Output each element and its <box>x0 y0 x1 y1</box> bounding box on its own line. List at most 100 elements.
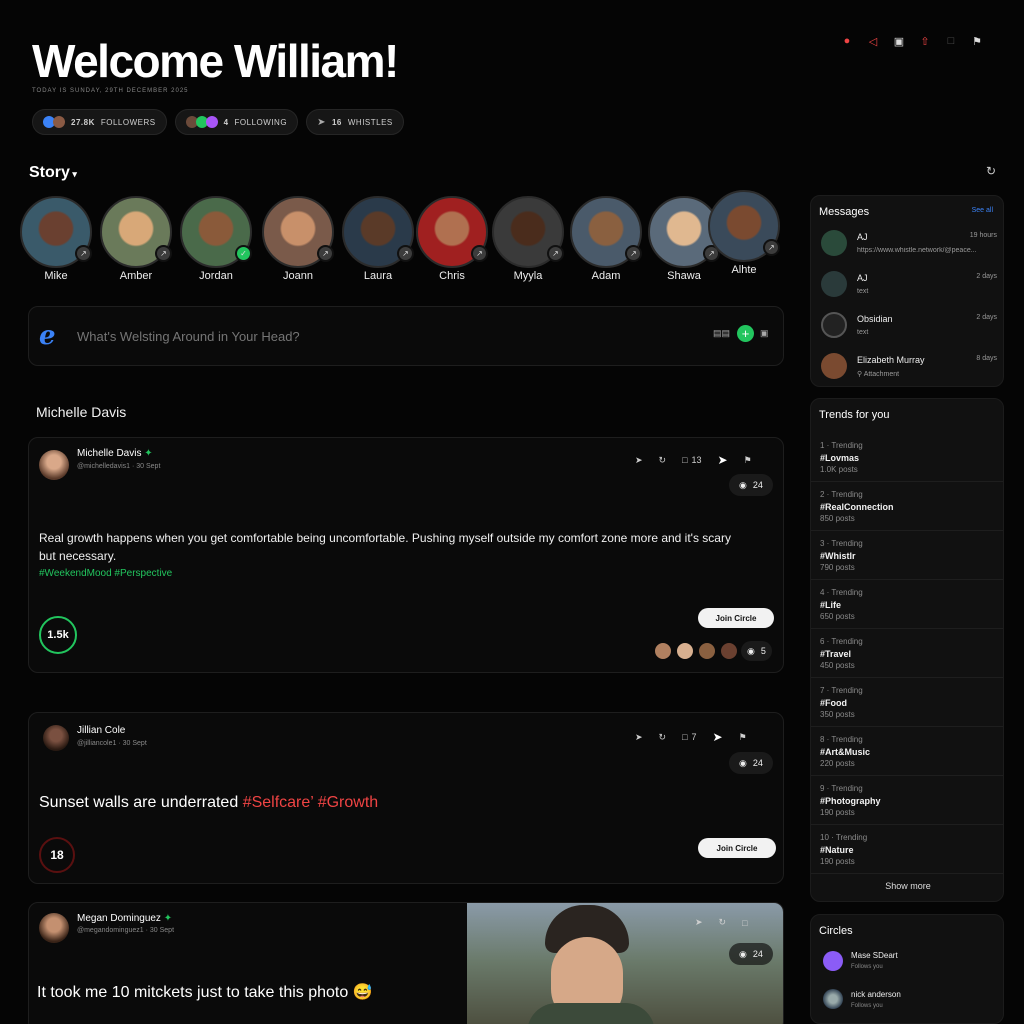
message-text: ⚲ Attachment <box>857 371 900 378</box>
whistle-icon[interactable]: ➤ <box>635 730 643 744</box>
story-name: Amber <box>119 270 153 282</box>
gif-icon[interactable]: ▣ <box>760 328 769 339</box>
avatar[interactable] <box>823 989 843 1009</box>
repost-icon[interactable]: ↻ <box>659 453 667 467</box>
trend-tag: #Art&Music <box>820 747 871 757</box>
score-badge: 1.5k <box>39 616 77 654</box>
post-author[interactable]: Michelle Davis ✦ <box>77 448 153 459</box>
trend-item[interactable]: 3 · Trending #Whistlr 790 posts <box>811 531 1003 580</box>
trend-item[interactable]: 4 · Trending #Life 650 posts <box>811 580 1003 629</box>
trend-tag: #Life <box>820 600 842 610</box>
score-badge: 18 <box>39 837 75 873</box>
message-item[interactable]: Elizabeth Murray ⚲ Attachment 8 days <box>821 353 997 389</box>
avatar <box>821 312 847 338</box>
post-tags[interactable]: #WeekendMood #Perspective <box>39 568 172 579</box>
story-item[interactable]: ↗ Adam <box>570 196 642 282</box>
bookmark-icon[interactable]: ⚑ <box>744 453 752 467</box>
comment-button[interactable]: □ 13 <box>682 453 701 467</box>
bookmark-icon[interactable]: ⚑ <box>970 34 984 48</box>
avatar <box>821 271 847 297</box>
post-author[interactable]: Megan Dominguez ✦ <box>77 913 172 924</box>
trend-item[interactable]: 10 · Trending #Nature 190 posts <box>811 825 1003 874</box>
circle-name[interactable]: nick anderson <box>851 990 901 999</box>
avatar[interactable] <box>39 913 69 943</box>
message-name: Elizabeth Murray <box>857 355 925 365</box>
show-more-button[interactable]: Show more <box>811 881 1003 891</box>
comment-icon: □ <box>682 732 688 742</box>
share-icon[interactable]: ➤ <box>718 453 728 467</box>
whistle-icon[interactable]: ➤ <box>695 917 703 928</box>
comment-button[interactable]: □ 7 <box>682 730 696 744</box>
avatar[interactable] <box>39 450 69 480</box>
notification-icon[interactable]: ● <box>840 34 854 48</box>
repost-icon[interactable]: ↻ <box>719 917 727 928</box>
message-text: https://www.whistle.network/@peace... <box>857 247 977 254</box>
story-item[interactable]: ↗ Amber <box>100 196 172 282</box>
post-tags[interactable]: #Selfcare’ #Growth <box>243 794 378 811</box>
trend-posts: 850 posts <box>820 514 855 523</box>
post-author[interactable]: Jillian Cole <box>77 725 125 736</box>
trend-tag: #Food <box>820 698 847 708</box>
following-stat[interactable]: 4 FOLLOWING <box>174 109 299 135</box>
join-circle-button[interactable]: Join Circle <box>698 838 776 858</box>
whistle-icon: ➤ <box>317 116 326 128</box>
circle-name[interactable]: Mase SDeart <box>851 951 898 960</box>
bookmark-icon[interactable]: ⚑ <box>739 730 747 744</box>
avatar <box>675 641 695 661</box>
post-photo[interactable]: ➤ ↻ □ ◉ 24 <box>467 903 783 1024</box>
send-icon[interactable]: ◁ <box>866 34 880 48</box>
views-badge: ◉ 24 <box>729 943 773 965</box>
media-icon[interactable]: ▤▤ <box>713 328 730 339</box>
whistles-value: 16 <box>331 117 342 127</box>
followers-stat[interactable]: 27.8K FOLLOWERS <box>32 109 167 135</box>
chevron-down-icon[interactable]: ▾ <box>70 169 77 179</box>
trend-posts: 790 posts <box>820 563 855 572</box>
refresh-icon[interactable]: ↻ <box>986 164 996 178</box>
story-badge-icon: ✓ <box>235 245 252 262</box>
whistles-stat[interactable]: ➤ 16 WHISTLES <box>306 109 404 135</box>
trend-item[interactable]: 7 · Trending #Food 350 posts <box>811 678 1003 727</box>
story-item[interactable]: ↗ Joann <box>262 196 334 282</box>
see-all-link[interactable]: See all <box>972 207 993 214</box>
story-name: Joann <box>283 270 313 282</box>
logo-icon: e <box>39 321 56 351</box>
story-item[interactable]: ↗ Chris <box>416 196 488 282</box>
trend-item[interactable]: 9 · Trending #Photography 190 posts <box>811 776 1003 825</box>
join-circle-button[interactable]: Join Circle <box>698 608 774 628</box>
trend-item[interactable]: 6 · Trending #Travel 450 posts <box>811 629 1003 678</box>
upload-icon[interactable]: ⇧ <box>918 34 932 48</box>
message-item[interactable]: AJ text 2 days <box>821 271 997 307</box>
avatar[interactable] <box>43 725 69 751</box>
avatar[interactable] <box>823 951 843 971</box>
story-badge-icon: ↗ <box>625 245 642 262</box>
watchers-badge: ◉ 5 <box>741 641 772 661</box>
avatar <box>205 116 218 128</box>
trends-panel: Trends for you 1 · Trending #Lovmas 1.0K p… <box>810 398 1004 902</box>
trend-tag: #Whistlr <box>820 551 856 561</box>
story-item[interactable]: ✓ Jordan <box>180 196 252 282</box>
trend-item[interactable]: 8 · Trending #Art&Music 220 posts <box>811 727 1003 776</box>
whistle-icon[interactable]: ➤ <box>635 453 643 467</box>
composer[interactable]: e ▤▤ + ▣ <box>28 306 784 366</box>
add-icon[interactable]: + <box>737 325 754 342</box>
bag-icon[interactable]: ▣ <box>892 34 906 48</box>
message-item[interactable]: AJ https://www.whistle.network/@peace... 1… <box>821 230 997 266</box>
story-item[interactable]: ↗ Mike <box>20 196 92 282</box>
story-item[interactable]: ↗ Laura <box>342 196 414 282</box>
avatar <box>719 641 739 661</box>
watcher-avatars <box>653 641 739 661</box>
repost-icon[interactable]: ↻ <box>659 730 667 744</box>
message-item[interactable]: Obsidian text 2 days <box>821 312 997 348</box>
story-item[interactable]: ↗ Alhte <box>708 190 780 276</box>
composer-input[interactable] <box>77 326 637 346</box>
comment-icon[interactable]: □ <box>742 917 747 928</box>
image-icon[interactable]: □ <box>944 34 958 48</box>
following-value: 4 <box>223 117 229 127</box>
story-item[interactable]: ↗ Myyla <box>492 196 564 282</box>
page-title: Welcome William! <box>32 35 399 87</box>
trend-item[interactable]: 1 · Trending #Lovmas 1.0K posts <box>811 433 1003 482</box>
avatar <box>53 116 65 128</box>
whistles-label: WHISTLES <box>347 117 393 127</box>
share-icon[interactable]: ➤ <box>713 730 723 744</box>
trend-item[interactable]: 2 · Trending #RealConnection 850 posts <box>811 482 1003 531</box>
